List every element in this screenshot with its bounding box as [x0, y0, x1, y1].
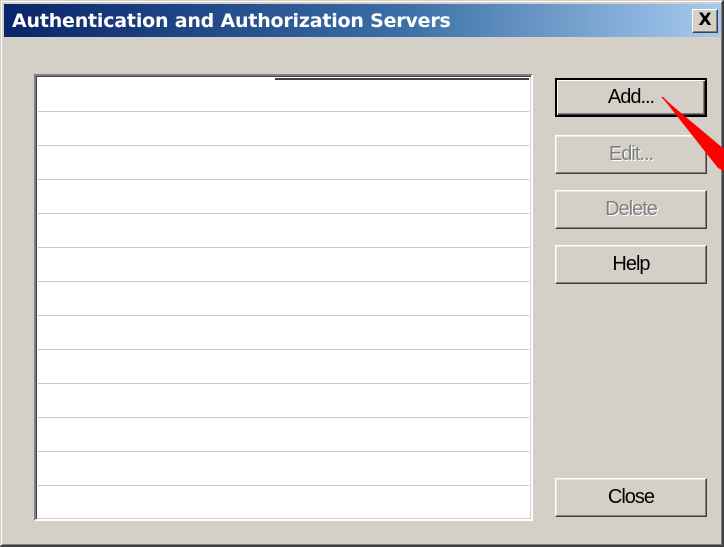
help-button[interactable]: Help: [555, 245, 707, 284]
title-bar[interactable]: Authentication and Authorization Servers…: [4, 4, 721, 37]
close-icon[interactable]: X: [692, 9, 718, 33]
dialog-title: Authentication and Authorization Servers: [12, 10, 451, 32]
list-item[interactable]: [38, 146, 529, 180]
list-item[interactable]: [38, 248, 529, 282]
list-item[interactable]: [38, 486, 529, 519]
close-button[interactable]: Close: [555, 478, 707, 517]
list-item[interactable]: [38, 214, 529, 248]
list-item[interactable]: [38, 78, 529, 112]
list-item[interactable]: [38, 418, 529, 452]
list-item[interactable]: [38, 384, 529, 418]
add-button[interactable]: Add...: [555, 78, 707, 117]
list-item[interactable]: [38, 180, 529, 214]
list-item[interactable]: [38, 316, 529, 350]
auth-servers-dialog: Authentication and Authorization Servers…: [0, 0, 724, 547]
edit-button: Edit...: [555, 135, 707, 174]
servers-list[interactable]: [34, 74, 533, 521]
list-item[interactable]: [38, 350, 529, 384]
delete-button: Delete: [555, 190, 707, 229]
list-item[interactable]: [38, 112, 529, 146]
list-item[interactable]: [38, 452, 529, 486]
list-item[interactable]: [38, 282, 529, 316]
